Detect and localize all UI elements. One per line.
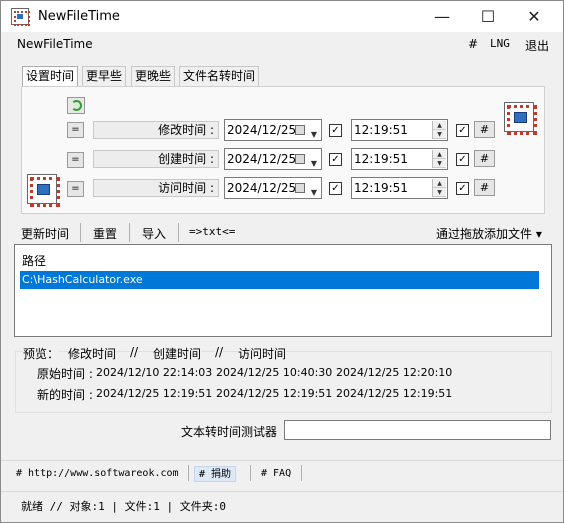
created-time-value: 12:19:51	[354, 152, 408, 166]
time-spinner[interactable]: ▲ ▼	[432, 150, 446, 168]
tab-filename-to-time[interactable]: 文件名转时间	[179, 66, 260, 86]
toolbar-separator	[129, 223, 130, 242]
created-hash-button[interactable]: #	[474, 150, 495, 167]
new-modified: 2024/12/25 12:19:51	[96, 387, 213, 400]
close-button[interactable]: ✕	[511, 1, 557, 32]
created-date-value: 2024/12/25	[227, 152, 297, 166]
link-bar: # http://www.softwareok.com # 捐助 # FAQ	[1, 460, 563, 486]
preview-col-modified: 修改时间	[68, 345, 117, 362]
created-time-picker[interactable]: 12:19:51 ▲ ▼	[351, 148, 448, 170]
menu-exit[interactable]: 退出	[525, 37, 549, 54]
modified-time-checkbox[interactable]: ✓	[456, 124, 469, 137]
list-item[interactable]: C:\HashCalculator.exe	[20, 271, 539, 289]
preview-section: 预览： 修改时间 // 创建时间 // 访问时间 原始时间 : 2024/12/…	[15, 343, 553, 413]
status-text: 就绪 // 对象:1 | 文件:1 | 文件夹:0	[21, 500, 226, 513]
app-logo-icon	[27, 174, 60, 207]
minimize-button[interactable]: —	[419, 1, 465, 32]
modified-time-value: 12:19:51	[354, 123, 408, 137]
link-separator	[301, 465, 302, 481]
tab-set-time[interactable]: 设置时间	[22, 66, 79, 87]
text-to-time-tester-input[interactable]	[284, 420, 551, 440]
modified-date-picker[interactable]: 2024/12/25 ▼	[224, 119, 322, 141]
modified-time-picker[interactable]: 12:19:51 ▲ ▼	[351, 119, 448, 141]
donate-link[interactable]: # 捐助	[194, 466, 237, 482]
original-modified: 2024/12/10 22:14:03	[96, 366, 213, 379]
accessed-time-value: 12:19:51	[354, 181, 408, 195]
update-time-button[interactable]: 更新时间	[21, 225, 69, 242]
export-txt-button[interactable]: =>txt<=	[189, 225, 235, 238]
modified-hash-button[interactable]: #	[474, 121, 495, 138]
calendar-icon[interactable]	[295, 125, 305, 135]
action-toolbar: 更新时间 重置 导入 =>txt<= 通过拖放添加文件 ▾	[15, 223, 553, 243]
accessed-date-picker[interactable]: 2024/12/25 ▼	[224, 177, 322, 199]
chevron-down-icon[interactable]: ▼	[311, 125, 317, 145]
toolbar-separator	[178, 223, 179, 242]
title-bar: NewFileTime — ☐ ✕	[1, 1, 563, 32]
window-title: NewFileTime	[38, 9, 120, 24]
new-created: 2024/12/25 12:19:51	[216, 387, 333, 400]
created-date-checkbox[interactable]: ✓	[329, 153, 342, 166]
app-icon	[11, 8, 30, 26]
preview-col-accessed: 访问时间	[238, 345, 287, 362]
modified-date-value: 2024/12/25	[227, 123, 297, 137]
list-header-path: 路径	[22, 254, 47, 268]
tab-earlier[interactable]: 更早些	[82, 66, 127, 86]
link-separator	[188, 465, 189, 481]
chevron-down-icon[interactable]: ▼	[311, 183, 317, 203]
import-button[interactable]: 导入	[142, 225, 166, 242]
reset-button[interactable]: 重置	[93, 225, 117, 242]
toolbar-separator	[80, 223, 81, 242]
preview-sep: //	[130, 345, 139, 359]
accessed-time-picker[interactable]: 12:19:51 ▲ ▼	[351, 177, 448, 199]
website-link[interactable]: # http://www.softwareok.com	[12, 466, 183, 482]
faq-link[interactable]: # FAQ	[257, 466, 295, 482]
link-separator	[250, 465, 251, 481]
menu-app-label[interactable]: NewFileTime	[17, 37, 93, 51]
preview-label: 预览：	[23, 345, 60, 362]
chevron-down-icon[interactable]: ▼	[311, 154, 317, 174]
refresh-icon[interactable]	[67, 97, 85, 114]
created-time-label: 创建时间 :	[93, 150, 219, 168]
created-equal-button[interactable]: =	[67, 152, 84, 168]
calendar-icon[interactable]	[295, 154, 305, 164]
maximize-button[interactable]: ☐	[465, 1, 511, 32]
modified-equal-button[interactable]: =	[67, 122, 84, 138]
status-bar: 就绪 // 对象:1 | 文件:1 | 文件夹:0	[1, 491, 563, 522]
accessed-time-label: 访问时间 :	[93, 179, 219, 197]
calendar-icon[interactable]	[295, 183, 305, 193]
text-to-time-tester-label: 文本转时间测试器	[181, 425, 278, 439]
modified-time-label: 修改时间 :	[93, 121, 219, 139]
accessed-date-checkbox[interactable]: ✓	[329, 182, 342, 195]
drag-drop-add-files-button[interactable]: 通过拖放添加文件 ▾	[436, 225, 542, 242]
original-created: 2024/12/25 10:40:30	[216, 366, 333, 379]
modified-date-checkbox[interactable]: ✓	[329, 124, 342, 137]
preview-col-created: 创建时间	[153, 345, 202, 362]
created-time-checkbox[interactable]: ✓	[456, 153, 469, 166]
accessed-time-checkbox[interactable]: ✓	[456, 182, 469, 195]
original-accessed: 2024/12/25 12:20:10	[336, 366, 453, 379]
preview-sep: //	[215, 345, 224, 359]
file-list[interactable]: 路径 C:\HashCalculator.exe	[14, 244, 552, 337]
app-logo-icon	[504, 102, 537, 135]
accessed-hash-button[interactable]: #	[474, 179, 495, 196]
time-spinner[interactable]: ▲ ▼	[432, 121, 446, 139]
accessed-equal-button[interactable]: =	[67, 181, 84, 197]
menu-language[interactable]: LNG	[490, 37, 510, 50]
time-spinner[interactable]: ▲ ▼	[432, 179, 446, 197]
tab-later[interactable]: 更晚些	[131, 66, 176, 86]
original-time-label: 原始时间 :	[37, 367, 93, 381]
menu-hash[interactable]: #	[468, 37, 478, 51]
created-date-picker[interactable]: 2024/12/25 ▼	[224, 148, 322, 170]
new-time-label: 新的时间 :	[37, 388, 93, 402]
accessed-date-value: 2024/12/25	[227, 181, 297, 195]
new-accessed: 2024/12/25 12:19:51	[336, 387, 453, 400]
main-window: NewFileTime — ☐ ✕ NewFileTime # LNG 退出 设…	[0, 0, 564, 523]
menu-bar: NewFileTime # LNG 退出	[1, 32, 563, 56]
